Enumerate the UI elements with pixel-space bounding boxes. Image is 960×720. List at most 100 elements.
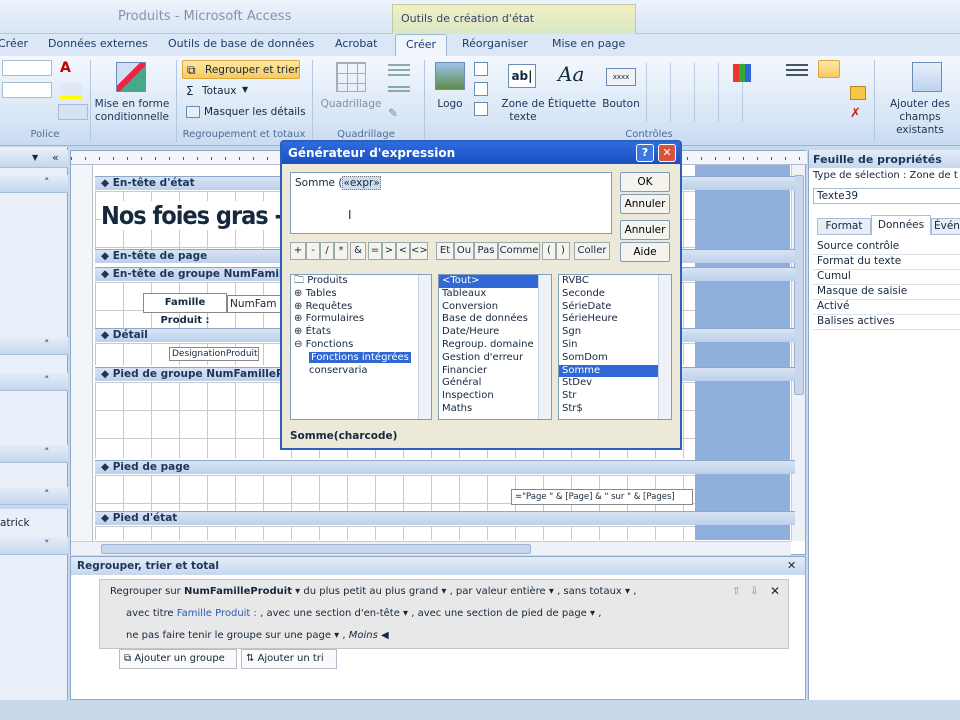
tree-item[interactable]: ⊕ Tables xyxy=(291,288,431,301)
line-thickness-icon[interactable] xyxy=(786,64,808,66)
op-multiply-button[interactable]: * xyxy=(334,242,348,260)
list-item[interactable]: Str xyxy=(559,390,671,403)
help-icon[interactable]: ? xyxy=(636,144,654,162)
chevron-down-icon[interactable]: ˅ xyxy=(44,538,50,551)
property-row[interactable]: Activé xyxy=(813,300,960,315)
famille-field-textbox[interactable]: NumFam xyxy=(227,295,283,313)
property-row[interactable]: Source contrôle xyxy=(813,240,960,255)
op-greater-button[interactable]: > xyxy=(382,242,396,260)
list-item[interactable]: Str$ xyxy=(559,403,671,416)
nav-group-header[interactable]: ˄ xyxy=(0,373,68,391)
nav-group-header[interactable]: ˅ xyxy=(0,537,68,555)
help-button[interactable]: Aide xyxy=(620,242,670,262)
list-item[interactable]: RVBC xyxy=(559,275,671,288)
chevron-down-icon[interactable]: ▼ xyxy=(242,85,248,94)
property-row[interactable]: Format du texte xyxy=(813,255,960,270)
date-time-icon[interactable] xyxy=(474,102,488,116)
chevron-up-icon[interactable]: ˄ xyxy=(44,338,50,351)
list-item[interactable]: Date/Heure xyxy=(439,326,551,339)
add-group-button[interactable]: ⧉ Ajouter un groupe xyxy=(119,649,237,669)
tab-donnees[interactable]: Données xyxy=(871,215,931,235)
ok-button[interactable]: OK xyxy=(620,172,670,192)
list-item-selected[interactable]: Somme xyxy=(559,364,671,378)
tab-format[interactable]: Format xyxy=(817,218,871,235)
delete-icon[interactable]: ✗ xyxy=(850,106,866,121)
op-divide-button[interactable]: / xyxy=(320,242,334,260)
tab-mise-en-page[interactable]: Mise en page xyxy=(552,37,625,50)
op-notequal-button[interactable]: <> xyxy=(410,242,428,260)
designation-textbox[interactable]: DesignationProduit xyxy=(169,347,259,361)
list-item[interactable]: SérieHeure xyxy=(559,313,671,326)
property-row[interactable]: Masque de saisie xyxy=(813,285,960,300)
close-icon[interactable]: ✕ xyxy=(787,559,796,572)
tab-creer-main[interactable]: Créer xyxy=(0,37,28,50)
button-control-button[interactable]: Bouton xyxy=(600,98,642,111)
section-report-footer[interactable]: ◆ Pied d'état xyxy=(95,511,795,525)
group-order-select[interactable]: du plus petit au plus grand xyxy=(303,586,438,597)
delete-group-icon[interactable]: ✕ xyxy=(770,584,780,598)
vertical-scrollbar[interactable] xyxy=(791,165,805,541)
op-equal-button[interactable]: = xyxy=(368,242,382,260)
property-icon[interactable] xyxy=(850,86,866,100)
label-button[interactable]: Étiquette xyxy=(546,98,598,111)
op-concat-button[interactable]: & xyxy=(350,242,366,260)
page-number-textbox[interactable]: ="Page " & [Page] & " sur " & [Pages] xyxy=(511,489,693,505)
select-icon[interactable] xyxy=(818,60,840,78)
cancel-button[interactable]: Annuler xyxy=(620,194,670,214)
list-item[interactable]: Tableaux xyxy=(439,288,551,301)
list-item[interactable]: Regroup. domaine xyxy=(439,339,551,352)
title-icon[interactable] xyxy=(474,82,488,96)
tree-item[interactable]: ⊖ Fonctions xyxy=(291,339,431,352)
list-item[interactable]: Inspection xyxy=(439,390,551,403)
close-icon[interactable]: ✕ xyxy=(658,144,676,162)
selection-combo[interactable]: Texte39 xyxy=(813,188,960,204)
list-item[interactable]: <Tout> xyxy=(439,275,551,288)
font-color-icon[interactable]: A xyxy=(60,60,82,78)
op-plus-button[interactable]: + xyxy=(290,242,306,260)
less-link[interactable]: Moins xyxy=(349,630,378,641)
section-page-footer[interactable]: ◆ Pied de page xyxy=(95,460,795,474)
tree-scrollbar[interactable] xyxy=(418,275,431,419)
tree-item[interactable]: ⊕ Formulaires xyxy=(291,313,431,326)
format-painter-icon[interactable] xyxy=(58,104,88,120)
nav-group-header[interactable]: ˄ xyxy=(0,445,68,463)
op-less-button[interactable]: < xyxy=(396,242,410,260)
tab-creer-report[interactable]: Créer xyxy=(395,34,448,57)
add-existing-fields-button[interactable]: Ajouter des champs existants xyxy=(880,98,960,137)
op-minus-button[interactable]: - xyxy=(306,242,320,260)
op-and-button[interactable]: Et xyxy=(436,242,454,260)
op-or-button[interactable]: Ou xyxy=(454,242,474,260)
list-item[interactable]: Maths xyxy=(439,403,551,416)
textbox-button[interactable]: Zone de texte xyxy=(500,98,546,124)
move-up-icon[interactable]: ⇧ xyxy=(732,586,740,597)
group-totals-select[interactable]: sans totaux xyxy=(563,586,621,597)
report-title-textbox[interactable]: Nos foies gras - xyxy=(101,201,284,230)
list-item[interactable]: Seconde xyxy=(559,288,671,301)
chart-icon[interactable] xyxy=(733,64,751,82)
property-row[interactable]: Cumul xyxy=(813,270,960,285)
list-item[interactable]: SérieDate xyxy=(559,301,671,314)
horizontal-scrollbar[interactable] xyxy=(71,541,791,555)
pencil-icon[interactable]: ✎ xyxy=(388,106,410,120)
object-tree[interactable]: 🗀 Produits ⊕ Tables ⊕ Requêtes ⊕ Formula… xyxy=(290,274,432,420)
collapse-pane-icon[interactable]: « xyxy=(52,151,59,164)
font-size-combo[interactable] xyxy=(2,82,52,98)
list-item[interactable]: Gestion d'erreur xyxy=(439,352,551,365)
chevron-up-icon[interactable]: ˄ xyxy=(44,374,50,387)
group-field-select[interactable]: NumFamilleProduit xyxy=(184,586,292,597)
chevron-up-icon[interactable]: ˄ xyxy=(44,176,50,189)
nav-group-header[interactable]: ˄ xyxy=(0,175,68,193)
list-item[interactable]: Base de données xyxy=(439,313,551,326)
famille-label[interactable]: Famille Produit : xyxy=(143,293,227,326)
op-close-paren-button[interactable]: ) xyxy=(556,242,570,260)
nav-item[interactable]: atrick xyxy=(0,517,30,529)
op-like-button[interactable]: Comme xyxy=(498,242,540,260)
nav-pane-header[interactable]: ▼ « xyxy=(0,150,68,168)
group-level-box[interactable]: Regrouper sur NumFamilleProduit ▾ du plu… xyxy=(99,579,789,649)
list-item[interactable]: Financier xyxy=(439,365,551,378)
list-item[interactable]: Conversion xyxy=(439,301,551,314)
group-sort-button[interactable]: ⧉ Regrouper et trier xyxy=(182,60,300,79)
list-item[interactable]: Sgn xyxy=(559,326,671,339)
logo-button[interactable]: Logo xyxy=(430,98,470,111)
font-name-combo[interactable] xyxy=(2,60,52,76)
